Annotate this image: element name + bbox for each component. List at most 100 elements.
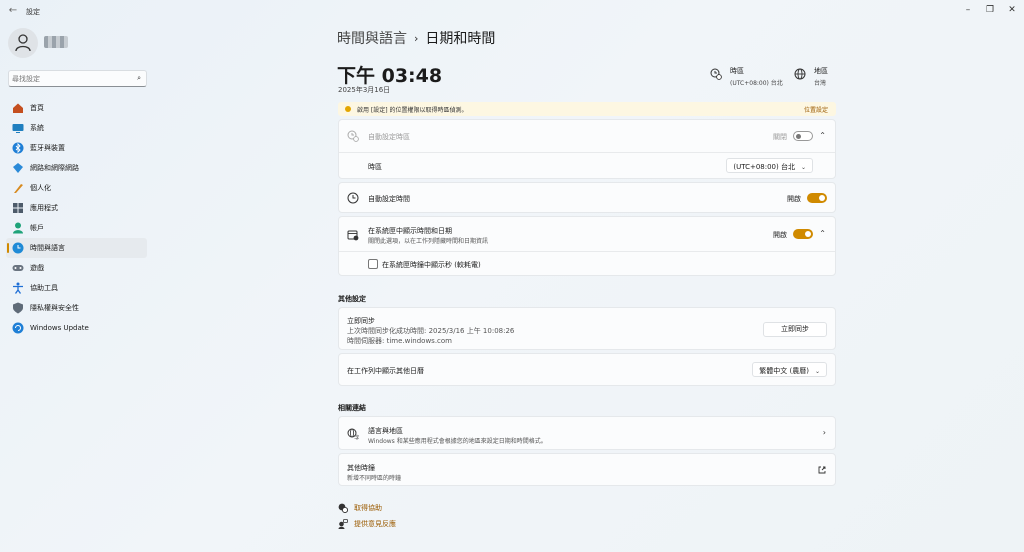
sidebar-item-accessibility[interactable]: 協助工具 bbox=[6, 278, 147, 298]
get-help-link[interactable]: 取得協助 bbox=[338, 503, 382, 513]
sidebar-item-label: 應用程式 bbox=[30, 204, 58, 212]
network-icon bbox=[13, 163, 23, 173]
breadcrumb-parent[interactable]: 時間與語言 bbox=[337, 28, 407, 48]
show-seconds-label: 在系統匣時鐘中顯示秒 (較耗電) bbox=[382, 261, 481, 269]
search-icon[interactable]: ⌕ bbox=[137, 74, 141, 83]
time-language-icon bbox=[12, 242, 24, 254]
sidebar-nav: 首頁系統藍牙與裝置網路和網際網路 個人化應用程式帳戶時間與語言遊戲協助工具隱私權與… bbox=[6, 98, 147, 338]
location-notice: 啟用 [設定] 的位置權限以取得時區偵測。 位置設定 bbox=[338, 102, 836, 116]
chevron-up-icon[interactable]: ⌃ bbox=[819, 131, 826, 140]
language-region-link[interactable]: 字 語言與地區 Windows 和某些應用程式會根據您的地區來設定日期和時間格式… bbox=[338, 416, 836, 450]
accessibility-icon bbox=[13, 282, 23, 294]
calendar-dropdown-value: 繁體中文 (農曆) bbox=[759, 367, 809, 375]
additional-clocks-description: 新增不同時區的時鐘 bbox=[347, 475, 402, 482]
auto-time-state: 開啟 bbox=[787, 195, 801, 203]
current-time: 下午 03:48 bbox=[337, 65, 443, 87]
timezone-dropdown[interactable]: (UTC+08:00) 台北 ⌄ bbox=[726, 158, 813, 173]
warning-dot-icon bbox=[345, 106, 351, 112]
minimize-button[interactable]: – bbox=[960, 4, 976, 16]
sidebar-item-label: 帳戶 bbox=[30, 224, 44, 232]
search-input[interactable] bbox=[12, 73, 130, 85]
clock-icon bbox=[347, 192, 359, 204]
sidebar-item-home[interactable]: 首頁 bbox=[6, 98, 147, 118]
region-info: 地區 台灣 bbox=[794, 66, 828, 87]
calendar-card: 在工作列中顯示其他日曆 繁體中文 (農曆) ⌄ bbox=[338, 353, 836, 386]
chevron-down-icon: ⌄ bbox=[800, 164, 806, 171]
back-button[interactable]: ← bbox=[6, 5, 20, 17]
tray-time-card: 在系統匣中顯示時間和日期 關閉此選項，以在工作列隱藏時間和日期資訊 開啟 ⌃ 在… bbox=[338, 216, 836, 276]
avatar[interactable] bbox=[8, 28, 38, 58]
sidebar-item-label: 個人化 bbox=[30, 184, 51, 192]
search-box[interactable]: ⌕ bbox=[8, 70, 147, 87]
sidebar-item-label: 時間與語言 bbox=[30, 244, 65, 252]
auto-time-toggle[interactable] bbox=[807, 193, 827, 203]
auto-time-card: 自動設定時間 開啟 bbox=[338, 182, 836, 213]
calendar-clock-icon bbox=[347, 230, 359, 241]
globe-icon bbox=[794, 68, 806, 80]
sidebar-item-label: Windows Update bbox=[30, 324, 89, 332]
auto-timezone-row[interactable]: 自動設定時區 關閉 ⌃ bbox=[339, 120, 835, 152]
timezone-dropdown-value: (UTC+08:00) 台北 bbox=[733, 163, 795, 171]
sidebar-item-windows-update[interactable]: Windows Update bbox=[6, 318, 147, 338]
sidebar-item-network[interactable]: 網路和網際網路 bbox=[6, 158, 147, 178]
chevron-up-icon[interactable]: ⌃ bbox=[819, 229, 826, 238]
breadcrumb-separator: › bbox=[414, 31, 419, 45]
language-region-title: 語言與地區 bbox=[368, 427, 403, 435]
sidebar-item-apps[interactable]: 應用程式 bbox=[6, 198, 147, 218]
location-settings-link[interactable]: 位置設定 bbox=[804, 105, 828, 114]
sync-now-button[interactable]: 立即同步 bbox=[763, 322, 827, 337]
sidebar-item-bluetooth[interactable]: 藍牙與裝置 bbox=[6, 138, 147, 158]
help-icon bbox=[338, 503, 348, 513]
gaming-icon bbox=[12, 265, 24, 271]
region-title: 地區 bbox=[814, 67, 828, 75]
other-settings-heading: 其他設定 bbox=[338, 295, 366, 303]
auto-time-label: 自動設定時間 bbox=[368, 195, 410, 203]
sync-card: 立即同步 上次時間同步化成功時間: 2025/3/16 上午 10:08:26 … bbox=[338, 307, 836, 350]
auto-timezone-state: 關閉 bbox=[773, 133, 787, 141]
sync-title: 立即同步 bbox=[347, 317, 375, 325]
apps-icon bbox=[13, 203, 23, 213]
chevron-right-icon: › bbox=[822, 428, 826, 437]
sidebar-item-system[interactable]: 系統 bbox=[6, 118, 147, 138]
sidebar-item-personalization[interactable]: 個人化 bbox=[6, 178, 147, 198]
related-links-heading: 相關連結 bbox=[338, 404, 366, 412]
sidebar-item-privacy[interactable]: 隱私權與安全性 bbox=[6, 298, 147, 318]
tray-time-description: 關閉此選項，以在工作列隱藏時間和日期資訊 bbox=[368, 238, 489, 245]
sidebar-item-label: 隱私權與安全性 bbox=[30, 304, 79, 312]
timezone-title: 時區 bbox=[730, 67, 744, 75]
sidebar-item-label: 協助工具 bbox=[30, 284, 58, 292]
user-icon bbox=[15, 34, 31, 52]
tray-time-toggle[interactable] bbox=[793, 229, 813, 239]
accounts-icon bbox=[13, 222, 23, 234]
system-icon bbox=[12, 124, 24, 133]
timezone-label: 時區 bbox=[368, 163, 382, 171]
tray-time-row[interactable]: 在系統匣中顯示時間和日期 關閉此選項，以在工作列隱藏時間和日期資訊 開啟 ⌃ bbox=[339, 217, 835, 251]
auto-timezone-label: 自動設定時區 bbox=[368, 133, 410, 141]
windows-update-icon bbox=[12, 322, 24, 334]
app-title: 設定 bbox=[26, 8, 40, 16]
notice-text: 啟用 [設定] 的位置權限以取得時區偵測。 bbox=[357, 107, 468, 114]
auto-timezone-toggle[interactable] bbox=[793, 131, 813, 141]
show-seconds-checkbox[interactable] bbox=[368, 259, 378, 269]
sidebar-item-label: 網路和網際網路 bbox=[30, 164, 79, 172]
language-region-description: Windows 和某些應用程式會根據您的地區來設定日期和時間格式。 bbox=[368, 438, 547, 445]
timezone-icon bbox=[710, 68, 722, 80]
breadcrumb: 時間與語言 › 日期和時間 bbox=[337, 28, 495, 48]
personalization-icon bbox=[14, 184, 23, 193]
maximize-button[interactable]: ❐ bbox=[982, 4, 998, 16]
sidebar-item-time-language[interactable]: 時間與語言 bbox=[6, 238, 147, 258]
timezone-value: (UTC+08:00) 台北 bbox=[730, 80, 783, 87]
additional-clocks-title: 其他時鐘 bbox=[347, 464, 375, 472]
sidebar-item-accounts[interactable]: 帳戶 bbox=[6, 218, 147, 238]
additional-clocks-link[interactable]: 其他時鐘 新增不同時區的時鐘 bbox=[338, 453, 836, 486]
home-icon bbox=[13, 103, 23, 113]
timezone-row: 時區 (UTC+08:00) 台北 ⌄ bbox=[339, 153, 835, 180]
sidebar-item-label: 系統 bbox=[30, 124, 44, 132]
calendar-dropdown[interactable]: 繁體中文 (農曆) ⌄ bbox=[752, 362, 827, 377]
language-icon: 字 bbox=[347, 428, 359, 440]
sidebar-item-label: 藍牙與裝置 bbox=[30, 144, 65, 152]
bluetooth-icon bbox=[12, 142, 24, 154]
close-button[interactable]: ✕ bbox=[1004, 4, 1020, 16]
sidebar-item-gaming[interactable]: 遊戲 bbox=[6, 258, 147, 278]
feedback-link[interactable]: 提供意見反應 bbox=[338, 519, 396, 529]
